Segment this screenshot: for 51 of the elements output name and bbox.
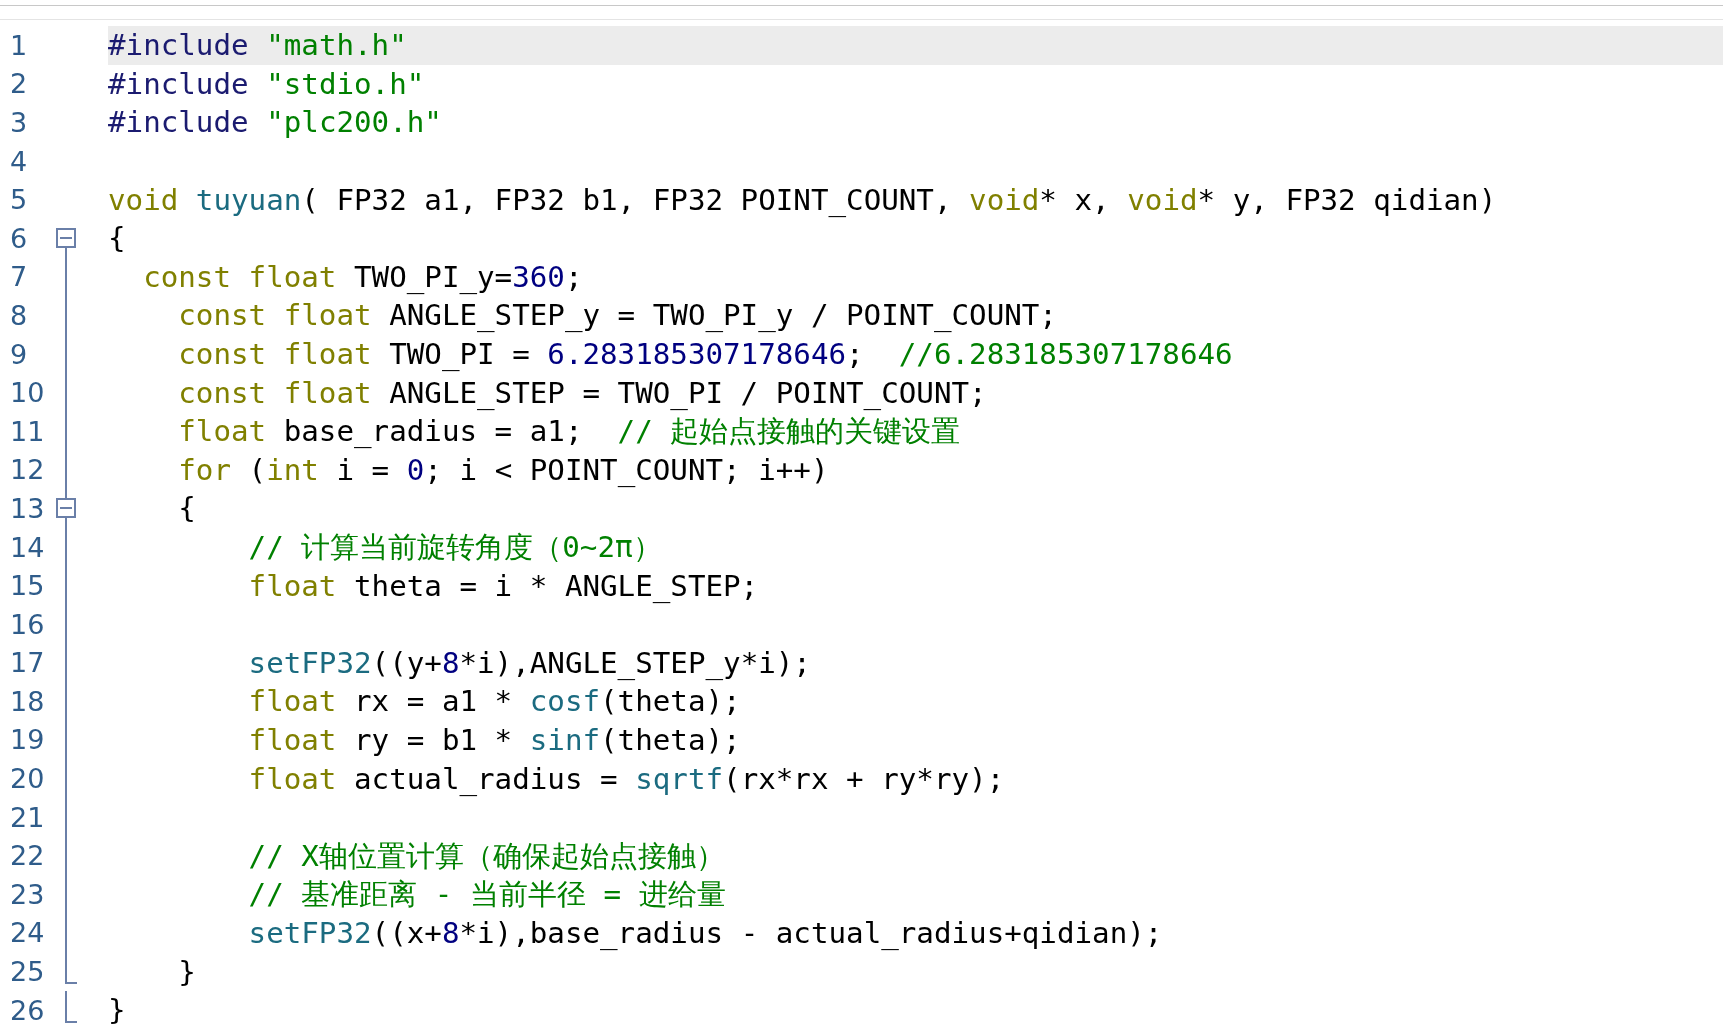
- code-line: float rx = a1 * cosf(theta);: [247, 683, 741, 720]
- code-line: setFP32((x+8*i),base_radius - actual_radius+qidian);: [247, 914, 1163, 951]
- code-line: setFP32((y+8*i),ANGLE_STEP_y*i);: [247, 644, 811, 681]
- code-line: const float TWO_PI_y=360;: [142, 258, 583, 295]
- code-line: float ry = b1 * sinf(theta);: [247, 722, 741, 758]
- line-number: 25: [9, 956, 46, 988]
- code-line: #include "stdio.h": [108, 65, 425, 102]
- line-number: 6: [9, 222, 29, 254]
- line-number: 4: [9, 145, 29, 177]
- line-number: 12: [9, 454, 46, 486]
- line-number: 24: [9, 917, 46, 949]
- code-line: }: [108, 992, 126, 1029]
- code-line: float theta = i * ANGLE_STEP;: [247, 567, 759, 604]
- code-line: // X轴位置计算（确保起始点接触）: [247, 837, 725, 874]
- line-number: 1: [9, 29, 29, 61]
- code-line: {: [108, 220, 126, 257]
- code-line: for (int i = 0; i < POINT_COUNT; i++): [177, 451, 829, 488]
- line-number: 17: [9, 647, 46, 679]
- line-number: 20: [9, 763, 46, 795]
- line-number: 11: [9, 415, 46, 447]
- line-number: 22: [9, 840, 46, 872]
- line-number: 8: [9, 299, 29, 331]
- line-number: 9: [9, 338, 29, 370]
- code-line: #include "math.h": [108, 27, 407, 64]
- line-number: 19: [9, 724, 46, 756]
- line-number: 23: [9, 878, 46, 910]
- code-line: const float ANGLE_STEP = TWO_PI / POINT_COUNT;: [177, 374, 987, 411]
- code-line: // 计算当前旋转角度（0~2π）: [247, 529, 662, 565]
- code-line: float actual_radius = sqrtf(rx*rx + ry*ry);: [247, 760, 1005, 797]
- fold-toggle-icon[interactable]: [56, 227, 76, 248]
- line-number: 3: [9, 107, 29, 138]
- line-number: 13: [9, 492, 46, 524]
- code-line: void tuyuan( FP32 a1, FP32 b1, FP32 POINT_COUNT, void* x, void* y, FP32 qidian): [108, 181, 1497, 218]
- line-number: 14: [9, 531, 46, 563]
- line-number: 2: [9, 68, 29, 100]
- line-number: 18: [9, 685, 46, 717]
- fold-toggle-icon[interactable]: [56, 498, 76, 519]
- code-line: float base_radius = a1; // 起始点接触的关键设置: [177, 413, 961, 450]
- line-number: 21: [9, 801, 46, 833]
- line-number: 16: [9, 608, 46, 640]
- code-line: {: [177, 490, 196, 527]
- line-number: 10: [9, 377, 46, 409]
- line-number: 26: [9, 994, 46, 1026]
- line-number: 5: [9, 184, 29, 216]
- line-number: 15: [9, 570, 46, 602]
- code-line: const float TWO_PI = 6.283185307178646; //6.283185307178646: [177, 336, 1233, 373]
- code-line: // 基准距离 - 当前半径 = 进给量: [247, 876, 726, 913]
- code-line: const float ANGLE_STEP_y = TWO_PI_y / POINT_COUNT;: [177, 297, 1057, 334]
- code-line: }: [177, 953, 196, 990]
- code-line: #include "plc200.h": [108, 104, 442, 141]
- line-number: 7: [9, 261, 29, 293]
